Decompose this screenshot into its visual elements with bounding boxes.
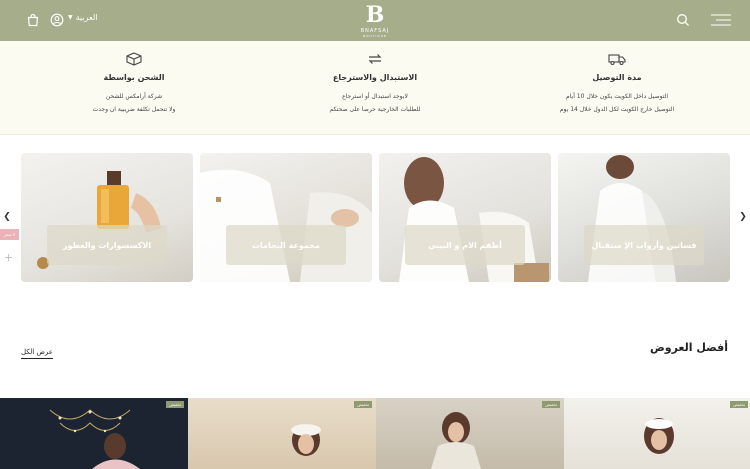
category-label: مجموعة البجامات xyxy=(226,225,346,265)
feature-line: التوصيل خارج الكويت لكل الدول خلال 14 يو… xyxy=(559,106,675,113)
category-label: فساتين وأرواب الإ ستقبال xyxy=(584,225,704,265)
discount-badge: تخفيض xyxy=(542,401,560,408)
product-card[interactable]: تخفيض xyxy=(564,398,750,469)
feature-shipping: الشحن بواسطة شركة أرامكس للشحن ولا نتحمل… xyxy=(24,41,244,135)
section-title: أفضل العروض xyxy=(649,341,728,354)
user-account-icon[interactable] xyxy=(50,12,66,28)
exchange-icon xyxy=(366,51,384,65)
discount-badge: تخفيض xyxy=(166,401,184,408)
language-label: العربية xyxy=(75,13,98,22)
feature-exchange-return: الاستبدال والاسترجاع لايوجد استبدال أو ا… xyxy=(265,41,485,135)
language-selector[interactable]: ▼ العربية xyxy=(68,13,98,22)
feature-line: ولا نتحمل تكلفة ضريبية ان وجدت xyxy=(92,106,176,113)
site-header: ▼ العربية B BNAFSAJ BOUTIQUE xyxy=(0,0,750,41)
feature-title: مدة التوصيل xyxy=(592,73,642,82)
side-badge[interactable]: لا سعر xyxy=(0,229,19,240)
chevron-left-icon: ❮ xyxy=(3,212,11,222)
plus-icon[interactable]: + xyxy=(4,251,13,264)
discount-badge: تخفيض xyxy=(730,401,748,408)
feature-title: الاستبدال والاسترجاع xyxy=(332,73,418,82)
box-icon xyxy=(125,51,143,66)
feature-line: للطلبات الخارجية حرصا على صحتكم xyxy=(329,106,421,113)
category-card[interactable]: أطقم الام و البيبي xyxy=(379,153,551,282)
features-strip: مدة التوصيل التوصيل داخل الكويت يكون خلا… xyxy=(0,41,750,135)
search-icon[interactable] xyxy=(676,12,692,28)
feature-line: لايوجد استبدال أو استرجاع xyxy=(342,93,408,100)
feature-line: التوصيل داخل الكويت يكون خلال 10 أيام xyxy=(565,93,669,100)
product-card[interactable]: تخفيض xyxy=(188,398,376,469)
carousel-prev-button[interactable]: ❮ xyxy=(0,209,14,225)
feature-line: شركة أرامكس للشحن xyxy=(105,93,163,100)
hamburger-menu-icon[interactable] xyxy=(710,12,732,28)
category-card[interactable]: فساتين وأرواب الإ ستقبال xyxy=(558,153,730,282)
category-card[interactable]: مجموعة البجامات xyxy=(200,153,372,282)
shopping-bag-icon[interactable] xyxy=(26,12,42,28)
feature-title: الشحن بواسطة xyxy=(103,73,165,82)
feature-delivery-time: مدة التوصيل التوصيل داخل الكويت يكون خلا… xyxy=(507,41,727,135)
truck-icon xyxy=(608,51,626,66)
category-label: أطقم الام و البيبي xyxy=(405,225,525,265)
carousel-next-button[interactable]: ❯ xyxy=(736,209,750,225)
brand-logo[interactable]: B BNAFSAJ BOUTIQUE xyxy=(355,2,395,40)
chevron-right-icon: ❯ xyxy=(739,212,747,222)
product-card[interactable]: تخفيض xyxy=(376,398,564,469)
category-label: الاكسسوارات والعطور xyxy=(47,225,167,265)
view-all-link[interactable]: عرض الكل xyxy=(21,348,53,359)
discount-badge: تخفيض xyxy=(354,401,372,408)
chevron-down-icon: ▼ xyxy=(68,14,73,21)
product-card[interactable]: تخفيض xyxy=(0,398,188,469)
category-card[interactable]: الاكسسوارات والعطور xyxy=(21,153,193,282)
